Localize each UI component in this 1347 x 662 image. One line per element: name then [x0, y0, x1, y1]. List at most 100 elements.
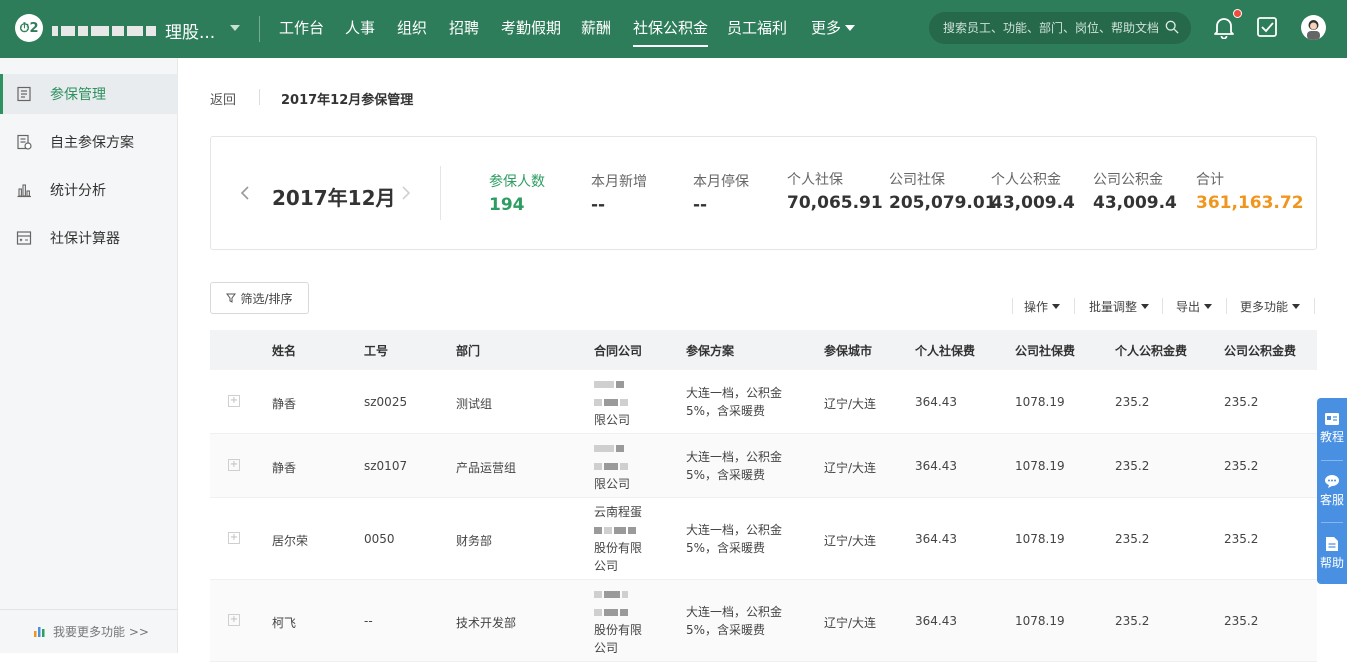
- next-month-chevron-icon[interactable]: [401, 185, 411, 201]
- cell-department: 财务部: [456, 534, 493, 548]
- caret-down-icon: [1141, 304, 1150, 309]
- calculator-icon: [16, 231, 32, 245]
- expand-row-icon[interactable]: +: [228, 395, 240, 407]
- expand-row-icon[interactable]: +: [228, 614, 240, 626]
- sidebar-item-calculator[interactable]: 社保计算器: [0, 218, 178, 258]
- stat-personal-social-insurance: 个人社保 70,065.91: [787, 172, 883, 213]
- export-dropdown[interactable]: 导出: [1176, 298, 1213, 315]
- sidebar-item-self-plan[interactable]: 自主参保方案: [0, 122, 178, 162]
- cell-plan: 大连一档，公积金 5%，含采暖费: [686, 450, 783, 482]
- cell-employee-id: --: [364, 614, 373, 628]
- toolbar-divider: [1162, 298, 1163, 314]
- cell-employee-id: 0050: [364, 532, 395, 546]
- nav-workbench[interactable]: 工作台: [279, 17, 324, 38]
- col-company-hf[interactable]: 公司公积金费: [1224, 342, 1296, 359]
- col-personal-ss[interactable]: 个人社保费: [915, 342, 975, 359]
- cell-personal-ss: 364.43: [915, 459, 957, 473]
- col-employee-id[interactable]: 工号: [364, 342, 388, 359]
- nav-more[interactable]: 更多: [811, 17, 841, 38]
- toolbar-divider: [1012, 298, 1013, 314]
- cell-personal-ss: 364.43: [915, 532, 957, 546]
- tutorial-button[interactable]: 教程: [1317, 412, 1347, 445]
- sidebar-item-label: 自主参保方案: [50, 135, 134, 151]
- cell-company-hf: 235.2: [1224, 614, 1259, 628]
- breadcrumb-divider: [259, 89, 260, 105]
- sidebar-item-insurance-management[interactable]: 参保管理: [0, 74, 178, 114]
- floating-help-panel: 教程 客服 帮助: [1317, 398, 1347, 584]
- sidebar-item-statistics[interactable]: 统计分析: [0, 170, 178, 210]
- toolbar-divider: [1314, 298, 1315, 314]
- stat-insured-count[interactable]: 参保人数 194: [489, 171, 545, 215]
- more-features-link[interactable]: 我要更多功能 >>: [0, 609, 178, 653]
- company-switcher[interactable]: 理股...: [52, 18, 215, 43]
- search-icon[interactable]: [1165, 20, 1179, 34]
- cell-name: 静香: [272, 397, 297, 411]
- page-title: 2017年12月参保管理: [281, 93, 414, 108]
- insurance-doc-icon: [17, 86, 31, 102]
- cell-city: 辽宁/大连: [824, 616, 877, 630]
- user-avatar[interactable]: [1301, 15, 1326, 40]
- nav-organization[interactable]: 组织: [397, 17, 427, 38]
- redacted-text: [594, 585, 646, 603]
- cell-company-ss: 1078.19: [1015, 532, 1065, 546]
- cell-city: 辽宁/大连: [824, 534, 877, 548]
- col-city[interactable]: 参保城市: [824, 342, 872, 359]
- caret-down-icon: [1052, 304, 1061, 309]
- table-row[interactable]: + 静香 sz0107 产品运营组 限公司 大连一档，公积金 5%，含采暖费 辽…: [210, 434, 1317, 498]
- nav-recruitment[interactable]: 招聘: [449, 17, 479, 38]
- app-logo[interactable]: ⏱ 2: [15, 14, 43, 42]
- nav-personnel[interactable]: 人事: [345, 17, 375, 38]
- current-month: 2017年12月: [272, 186, 396, 210]
- batch-adjust-dropdown[interactable]: 批量调整: [1089, 298, 1150, 315]
- cell-contract-company: 云南程蛋 股份有限 公司: [594, 503, 646, 575]
- expand-row-icon[interactable]: +: [228, 459, 240, 471]
- nav-attendance[interactable]: 考勤假期: [501, 17, 561, 38]
- nav-more-caret-icon[interactable]: [845, 25, 855, 31]
- help-button[interactable]: 帮助: [1317, 536, 1347, 571]
- redacted-text: [594, 457, 646, 475]
- table-row[interactable]: + 静香 sz0025 测试组 限公司 大连一档，公积金 5%，含采暖费 辽宁/…: [210, 370, 1317, 434]
- cell-company-ss: 1078.19: [1015, 614, 1065, 628]
- nav-benefits[interactable]: 员工福利: [727, 17, 787, 38]
- table-row[interactable]: + 居尔荣 0050 财务部 云南程蛋 股份有限 公司 大连一档，公积金 5%，…: [210, 498, 1317, 580]
- cell-company-hf: 235.2: [1224, 459, 1259, 473]
- customer-service-button[interactable]: 客服: [1317, 474, 1347, 508]
- cell-city: 辽宁/大连: [824, 397, 877, 411]
- expand-row-icon[interactable]: +: [228, 532, 240, 544]
- notification-bell-icon[interactable]: [1213, 15, 1235, 39]
- col-contract-company[interactable]: 合同公司: [594, 342, 642, 359]
- cell-city: 辽宁/大连: [824, 461, 877, 475]
- back-link[interactable]: 返回: [210, 89, 236, 108]
- nav-salary[interactable]: 薪酬: [581, 17, 611, 38]
- todo-check-icon[interactable]: [1256, 16, 1278, 38]
- company-name-redacted: [52, 21, 159, 41]
- notification-badge: [1233, 9, 1242, 18]
- stat-company-housing-fund: 公司公积金 43,009.4: [1093, 172, 1177, 213]
- more-features-dropdown[interactable]: 更多功能: [1240, 298, 1301, 315]
- cell-contract-company: 限公司: [594, 375, 646, 429]
- toolbar-divider: [1226, 298, 1227, 314]
- stat-personal-housing-fund: 个人公积金 43,009.4: [991, 172, 1075, 213]
- table-row[interactable]: + 柯飞 -- 技术开发部 股份有限 公司 大连一档，公积金 5%，含采暖费 辽…: [210, 580, 1317, 662]
- prev-month-chevron-icon[interactable]: [240, 185, 250, 201]
- col-name[interactable]: 姓名: [272, 342, 296, 359]
- cell-company-hf: 235.2: [1224, 532, 1259, 546]
- cell-department: 测试组: [456, 397, 493, 411]
- filter-sort-button[interactable]: 筛选/排序: [210, 282, 309, 314]
- top-nav-bar: ⏱ 2 理股... 工作台 人事 组织 招聘 考勤假期 薪酬 社保公积金 员工福利…: [0, 0, 1347, 58]
- plan-icon: [17, 134, 32, 150]
- cell-contract-company: 限公司: [594, 439, 646, 493]
- col-personal-hf[interactable]: 个人公积金费: [1115, 342, 1187, 359]
- cell-plan: 大连一档，公积金 5%，含采暖费: [686, 605, 783, 637]
- cell-employee-id: sz0025: [364, 395, 408, 409]
- col-company-ss[interactable]: 公司社保费: [1015, 342, 1075, 359]
- nav-social-insurance[interactable]: 社保公积金: [633, 17, 709, 47]
- company-caret-icon[interactable]: [230, 25, 240, 31]
- sidebar-item-label: 统计分析: [50, 183, 106, 199]
- search-input[interactable]: [943, 18, 1161, 38]
- col-plan[interactable]: 参保方案: [686, 342, 734, 359]
- operation-dropdown[interactable]: 操作: [1024, 298, 1061, 315]
- chat-bubble-icon: [1325, 475, 1339, 488]
- cell-personal-hf: 235.2: [1115, 614, 1150, 628]
- col-department[interactable]: 部门: [456, 342, 480, 359]
